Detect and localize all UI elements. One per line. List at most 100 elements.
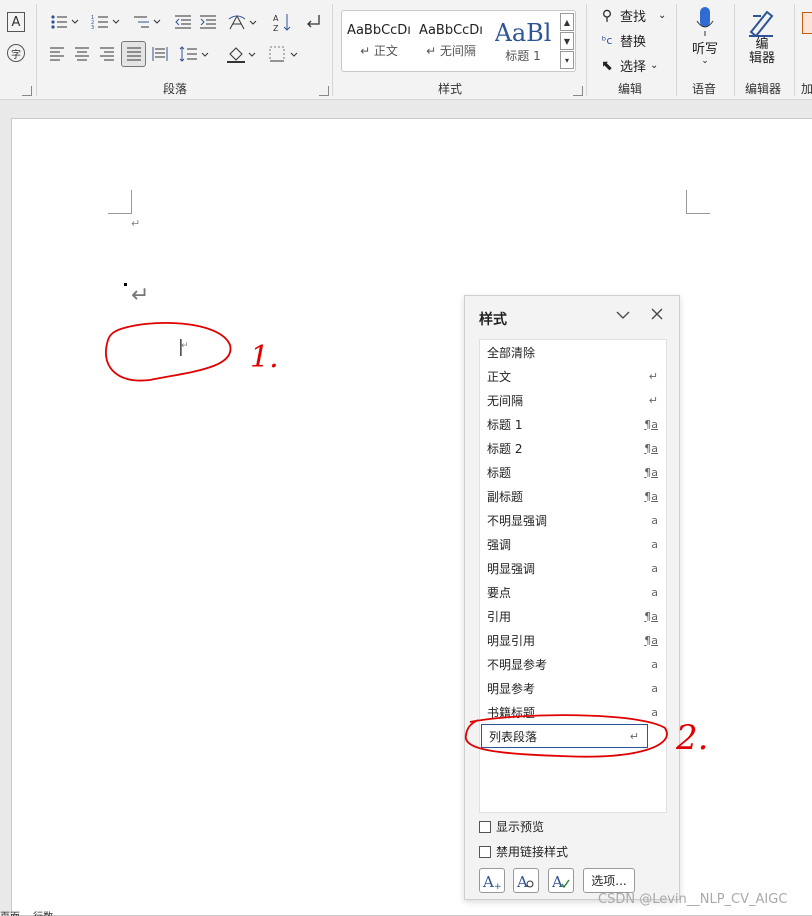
paragraph-mark-icon [307, 15, 320, 28]
shading-button[interactable] [224, 42, 260, 66]
chinese-layout-button[interactable] [226, 10, 262, 34]
style-list-item[interactable]: 标题 2 ¶a [480, 436, 666, 460]
new-style-button[interactable]: A + [479, 868, 505, 893]
style-list-item[interactable]: 书籍标题 a [480, 700, 666, 724]
distributed-button[interactable] [149, 42, 171, 66]
distributed-icon [152, 47, 168, 61]
gallery-label: ↵ 无间隔 [426, 44, 476, 58]
style-inspector-button[interactable]: A [513, 868, 539, 893]
show-marks-button[interactable] [302, 10, 324, 34]
group-label-styles: 样式 [437, 82, 462, 96]
replace-label: 替换 [620, 35, 647, 50]
styles-dialog-launcher[interactable] [573, 86, 583, 96]
style-type-indicator: a [651, 681, 658, 695]
checkbox-unchecked[interactable] [479, 820, 491, 833]
style-list-item[interactable]: 全部清除 [480, 340, 666, 364]
align-left-button[interactable] [46, 42, 68, 66]
close-icon [651, 308, 663, 320]
style-list-item[interactable]: 列表段落 ↵ [481, 724, 648, 748]
style-type-indicator: a [651, 513, 658, 527]
svg-text:A: A [273, 14, 279, 23]
find-button[interactable]: ⚲ 查找 ⌄ [598, 6, 667, 26]
group-separator [734, 4, 735, 96]
style-name: 标题 [487, 465, 512, 480]
style-list-item[interactable]: 不明显强调 a [480, 508, 666, 532]
style-type-indicator: ¶a [644, 633, 658, 647]
multilevel-list-button[interactable] [128, 10, 166, 34]
gallery-more[interactable]: ▾ [560, 51, 574, 69]
style-list-item[interactable]: 明显强调 a [480, 556, 666, 580]
group-separator [36, 4, 37, 96]
replace-button[interactable]: ᵇc 替换 [598, 31, 646, 50]
new-style-icon: A + [482, 873, 502, 890]
paragraph-dialog-launcher[interactable] [319, 86, 329, 96]
style-inspector-icon: A [516, 873, 534, 890]
pane-options-button[interactable] [613, 308, 633, 324]
bullets-button[interactable] [46, 10, 84, 34]
chevron-down-icon: ⌄ [650, 60, 659, 71]
style-list-item[interactable]: 标题 ¶a [480, 460, 666, 484]
justify-button[interactable] [121, 41, 146, 67]
align-right-button[interactable] [96, 42, 118, 66]
group-separator [586, 4, 587, 96]
style-list-item[interactable]: 引用 ¶a [480, 604, 666, 628]
enclose-characters-label: 字 [11, 49, 21, 61]
gallery-style-normal[interactable]: AaBbCcDı ↵ 正文 [346, 11, 412, 71]
style-list-item[interactable]: 要点 a [480, 580, 666, 604]
sort-button[interactable]: AZ [272, 10, 294, 34]
manage-styles-icon: A [551, 873, 570, 890]
borders-button[interactable] [266, 42, 302, 66]
gallery-scroll-down[interactable]: ▼ [560, 32, 574, 50]
style-list-item[interactable]: 正文 ↵ [480, 364, 666, 388]
style-type-indicator: ↵ [648, 393, 658, 407]
select-button[interactable]: ⬉ 选择 ⌄ [598, 56, 659, 76]
justify-icon [126, 47, 141, 61]
style-list-item[interactable]: 强调 a [480, 532, 666, 556]
manage-styles-button[interactable]: A [548, 868, 574, 893]
numbering-icon: 123 [91, 15, 120, 30]
gallery-scroll-up[interactable]: ▲ [560, 13, 574, 31]
style-list-item[interactable]: 副标题 ¶a [480, 484, 666, 508]
find-label: 查找 [620, 10, 647, 25]
increase-indent-button[interactable] [197, 10, 219, 34]
disable-linked-option[interactable]: 禁用链接样式 [479, 843, 568, 860]
gallery-style-no-spacing[interactable]: AaBbCcDı ↵ 无间隔 [418, 11, 484, 71]
numbering-button[interactable]: 123 [87, 10, 125, 34]
style-list-item[interactable]: 不明显参考 a [480, 652, 666, 676]
font-dialog-launcher[interactable] [22, 86, 32, 96]
character-border-button[interactable]: A [7, 12, 25, 32]
status-bar-fragment: 页面… 行数… [0, 908, 63, 916]
style-name: 引用 [487, 609, 512, 624]
dictate-button[interactable]: 听写 ⌄ [688, 6, 722, 66]
decrease-indent-button[interactable] [172, 10, 194, 34]
editor-button[interactable]: 编 辑器 [744, 6, 780, 66]
style-name: 标题 1 [487, 417, 523, 432]
style-list-item[interactable]: 无间隔 ↵ [480, 388, 666, 412]
style-type-indicator: a [651, 585, 658, 599]
gallery-sample: AaBl [494, 18, 552, 47]
options-button[interactable]: 选项... [583, 868, 635, 893]
borders-icon [269, 46, 298, 62]
show-preview-option[interactable]: 显示预览 [479, 818, 544, 835]
gallery-sample: AaBbCcDı [347, 23, 411, 38]
svg-text:A: A [551, 873, 563, 890]
checkbox-unchecked[interactable] [479, 845, 491, 858]
enclose-characters-button[interactable]: 字 [7, 44, 25, 62]
select-label: 选择 [620, 60, 647, 75]
style-type-indicator: ¶a [644, 417, 658, 431]
style-name: 不明显参考 [487, 657, 548, 672]
pane-close-button[interactable] [647, 308, 667, 324]
align-center-button[interactable] [71, 42, 93, 66]
style-list-item[interactable]: 明显参考 a [480, 676, 666, 700]
style-list-item[interactable]: 明显引用 ¶a [480, 628, 666, 652]
style-name: 不明显强调 [487, 513, 548, 528]
addins-button[interactable] [802, 12, 812, 34]
style-type-indicator: a [651, 657, 658, 671]
chevron-down-icon: ⌄ [658, 10, 667, 21]
line-spacing-icon [179, 46, 209, 62]
line-spacing-button[interactable] [177, 42, 213, 66]
gallery-style-heading-1[interactable]: AaBl 标题 1 [490, 11, 556, 71]
bullets-icon [51, 15, 79, 29]
document-page[interactable]: ↵ ↵ | ↵ [11, 118, 812, 916]
style-list-item[interactable]: 标题 1 ¶a [480, 412, 666, 436]
